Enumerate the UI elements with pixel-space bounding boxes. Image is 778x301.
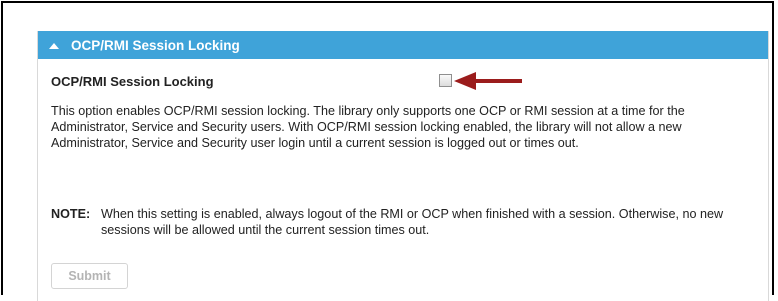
annotation-arrow-icon: [454, 72, 522, 90]
arrow-head: [454, 72, 476, 90]
note-block: NOTE: When this setting is enabled, alwa…: [51, 206, 763, 238]
setting-label: OCP/RMI Session Locking: [51, 74, 214, 89]
collapse-triangle-icon[interactable]: [49, 42, 59, 49]
note-text: When this setting is enabled, always log…: [101, 207, 724, 237]
screenshot-frame: OCP/RMI Session Locking OCP/RMI Session …: [1, 1, 774, 301]
session-locking-checkbox[interactable]: [439, 74, 452, 87]
session-locking-panel: OCP/RMI Session Locking OCP/RMI Session …: [37, 31, 769, 301]
setting-description: This option enables OCP/RMI session lock…: [51, 104, 685, 150]
arrow-shaft: [474, 79, 522, 83]
panel-title: OCP/RMI Session Locking: [71, 37, 240, 53]
panel-header[interactable]: OCP/RMI Session Locking: [38, 31, 768, 59]
submit-button[interactable]: Submit: [51, 263, 128, 289]
note-label: NOTE:: [51, 207, 91, 221]
